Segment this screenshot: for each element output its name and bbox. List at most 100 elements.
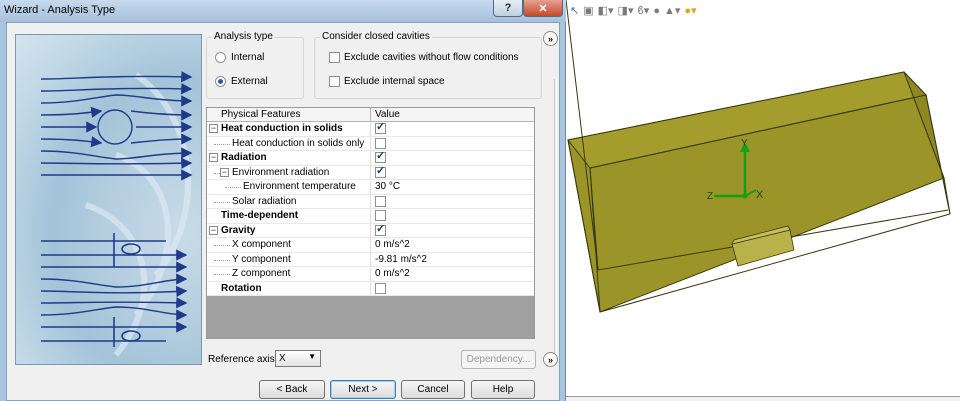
grid-row[interactable]: Z component 0 m/s^2 xyxy=(207,267,534,282)
window-title: Wizard - Analysis Type xyxy=(4,4,116,16)
dialog-client-area: Analysis type Internal External Consider… xyxy=(6,22,560,401)
collapse-icon[interactable]: − xyxy=(209,124,218,133)
row-value-cell[interactable] xyxy=(371,150,390,165)
collapse-icon[interactable]: − xyxy=(209,225,218,235)
row-feature-cell: Environment temperature xyxy=(207,180,371,194)
splitter-line xyxy=(554,79,557,364)
axis-y-label: Y xyxy=(741,138,748,149)
row-feature-cell: X component xyxy=(207,238,371,252)
close-window-button[interactable]: ✕ xyxy=(523,0,563,17)
grid-row[interactable]: − Gravity xyxy=(207,223,534,238)
model-box-graphic: Y Z X xyxy=(566,0,951,313)
row-label: Gravity xyxy=(221,224,256,236)
cancel-button[interactable]: Cancel xyxy=(401,380,465,399)
row-label: Heat conduction in solids xyxy=(221,123,343,134)
row-label: Rotation xyxy=(221,282,262,294)
row-value-cell[interactable] xyxy=(371,209,390,223)
cad-viewport[interactable]: ↖ ▣ ◧▾ ◨▾ ϐ▾ ● ▲▾ ●▾ Y Z X xyxy=(566,0,960,401)
cancel-button-label: Cancel xyxy=(417,384,449,395)
row-value-cell[interactable] xyxy=(371,121,390,136)
next-button[interactable]: Next > xyxy=(330,380,396,399)
row-label: Solar radiation xyxy=(232,195,297,207)
row-feature-cell: − Gravity xyxy=(207,223,371,237)
row-feature-cell: − Radiation xyxy=(207,151,371,165)
row-checkbox[interactable] xyxy=(375,137,386,149)
grid-rows: − Heat conduction in solids Heat conduct… xyxy=(207,121,534,296)
flow-illustration xyxy=(15,34,202,365)
external-radio[interactable]: External xyxy=(215,76,268,87)
row-checkbox[interactable] xyxy=(375,223,386,236)
row-checkbox[interactable] xyxy=(375,165,386,178)
grid-row[interactable]: X component 0 m/s^2 xyxy=(207,238,534,253)
wizard-dialog: Wizard - Analysis Type ? ✕ Analysis type… xyxy=(0,0,566,401)
axis-x-label: X xyxy=(756,189,764,201)
exclude-internal-space-check[interactable] xyxy=(329,76,340,87)
grid-header: Physical Features Value xyxy=(207,108,534,122)
dropdown-arrow-icon: ▼ xyxy=(308,352,316,361)
exclude-cavities-checkbox[interactable]: Exclude cavities without flow conditions xyxy=(329,52,519,63)
row-value-cell[interactable] xyxy=(371,223,390,238)
row-value-cell[interactable] xyxy=(371,165,390,180)
header-physical-features[interactable]: Physical Features xyxy=(207,108,371,121)
grid-row[interactable]: − Radiation xyxy=(207,150,534,166)
external-radio-button[interactable] xyxy=(215,76,226,87)
internal-radio-button[interactable] xyxy=(215,52,226,63)
grid-row[interactable]: Rotation xyxy=(207,281,534,296)
row-label: Environment temperature xyxy=(243,181,356,192)
dependency-button[interactable]: Dependency... xyxy=(461,350,536,369)
row-value-cell[interactable] xyxy=(371,282,390,296)
row-feature-cell: − Heat conduction in solids xyxy=(207,122,371,136)
help-button-label: Help xyxy=(492,384,514,395)
reference-axis-select[interactable]: X ▼ xyxy=(275,350,321,367)
axis-z-label: Z xyxy=(707,191,713,202)
row-label: Environment radiation xyxy=(232,166,330,178)
internal-radio[interactable]: Internal xyxy=(215,52,264,63)
exclude-cavities-check[interactable] xyxy=(329,52,340,63)
row-label: Time-dependent xyxy=(221,210,299,221)
reference-axis-value: X xyxy=(279,353,286,364)
row-value-cell[interactable]: -9.81 m/s^2 xyxy=(371,253,427,267)
back-button[interactable]: < Back xyxy=(259,380,325,399)
header-value[interactable]: Value xyxy=(371,108,400,121)
row-value-cell[interactable]: 30 °C xyxy=(371,180,400,194)
row-value-cell[interactable]: 0 m/s^2 xyxy=(371,238,410,252)
row-feature-cell: Solar radiation xyxy=(207,194,371,208)
close-icon: ✕ xyxy=(538,2,548,15)
double-chevron-icon: » xyxy=(547,33,553,44)
row-feature-cell: Time-dependent xyxy=(207,209,371,223)
help-button[interactable]: Help xyxy=(471,380,535,399)
row-checkbox[interactable] xyxy=(375,282,386,294)
row-value-cell[interactable] xyxy=(371,137,390,151)
row-value-cell[interactable]: 0 m/s^2 xyxy=(371,267,410,281)
grid-row[interactable]: Solar radiation xyxy=(207,194,534,209)
viewport-bottom-bar xyxy=(566,396,960,401)
collapse-bottom-button[interactable]: » xyxy=(543,352,558,367)
analysis-type-group: Analysis type Internal External xyxy=(206,31,304,99)
grid-row[interactable]: Heat conduction in solids only xyxy=(207,136,534,151)
grid-row[interactable]: Y component -9.81 m/s^2 xyxy=(207,252,534,267)
grid-row[interactable]: Time-dependent xyxy=(207,209,534,224)
row-feature-cell: Z component xyxy=(207,267,371,281)
row-checkbox[interactable] xyxy=(375,150,386,164)
row-value-cell[interactable] xyxy=(371,195,390,209)
row-feature-cell: Heat conduction in solids only xyxy=(207,136,371,150)
internal-radio-label: Internal xyxy=(231,52,265,63)
row-feature-cell: Rotation xyxy=(207,281,371,295)
row-feature-cell: Y component xyxy=(207,252,371,266)
title-bar[interactable]: Wizard - Analysis Type ? ✕ xyxy=(0,0,566,22)
collapse-icon[interactable]: − xyxy=(209,153,218,162)
row-checkbox[interactable] xyxy=(375,121,386,135)
row-checkbox[interactable] xyxy=(375,195,386,207)
row-value: 30 °C xyxy=(375,181,401,193)
exclude-internal-space-checkbox[interactable]: Exclude internal space xyxy=(329,76,445,87)
grid-row[interactable]: − Heat conduction in solids xyxy=(207,121,534,137)
help-window-button[interactable]: ? xyxy=(493,0,523,17)
collapse-top-button[interactable]: » xyxy=(543,31,558,46)
grid-row[interactable]: − Environment radiation xyxy=(207,165,534,180)
row-label: Z component xyxy=(232,268,291,279)
collapse-icon[interactable]: − xyxy=(220,167,229,177)
grid-row[interactable]: Environment temperature 30 °C xyxy=(207,180,534,195)
row-checkbox[interactable] xyxy=(375,210,386,222)
back-button-label: < Back xyxy=(276,384,308,395)
row-label: Radiation xyxy=(221,152,267,163)
